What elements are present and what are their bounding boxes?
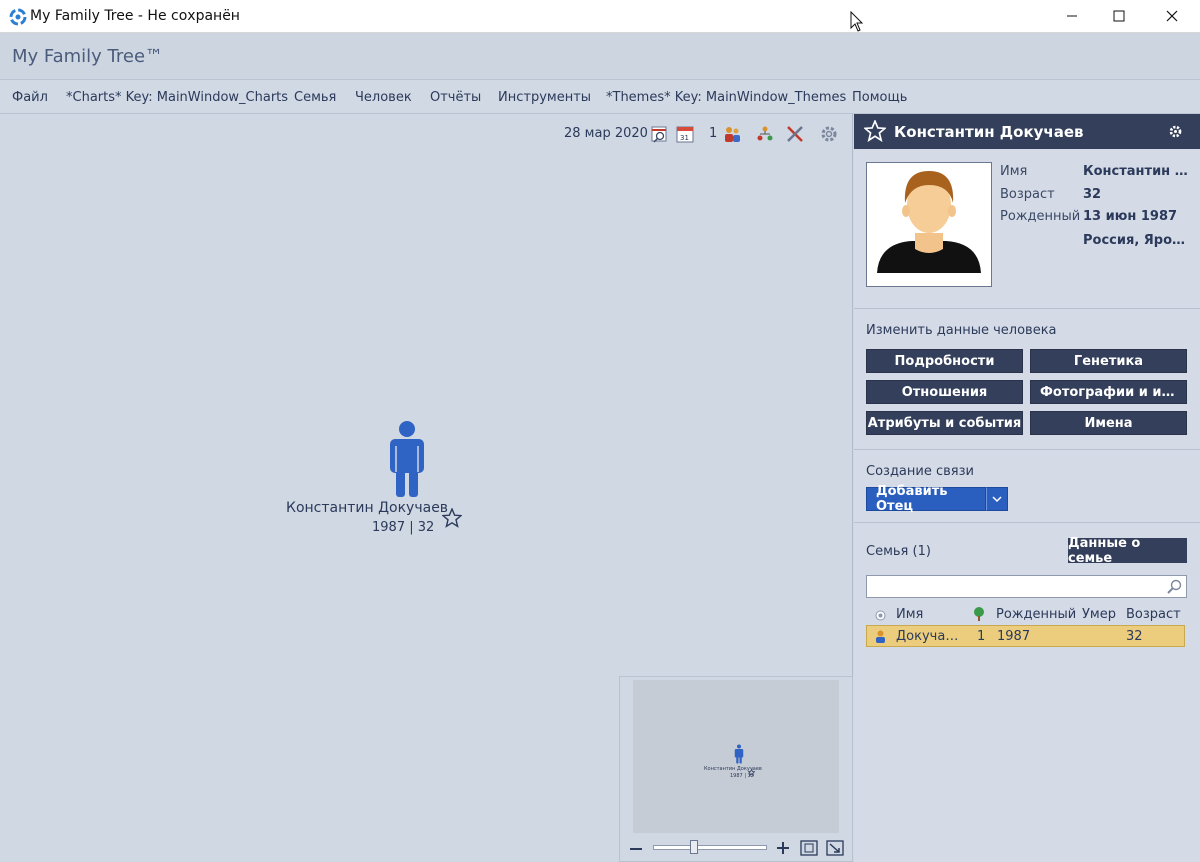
person-node-name[interactable]: Константин Докучаев	[286, 500, 448, 516]
select-radio-icon[interactable]	[875, 610, 886, 621]
panel-person-name: Константин Докучаев	[894, 123, 1084, 141]
person-male-icon[interactable]	[387, 420, 427, 498]
separator	[854, 449, 1200, 450]
column-header-age[interactable]: Возраст	[1126, 607, 1181, 622]
menu-item[interactable]: Инструменты	[498, 90, 591, 105]
person-icon	[876, 630, 885, 643]
settings-gear-icon[interactable]	[819, 124, 839, 144]
current-date: 28 мар 2020	[564, 126, 648, 141]
row-name: Докучаев Константин	[896, 629, 962, 644]
column-header-name[interactable]: Имя	[896, 607, 923, 622]
menu-bar: Файл *Charts* Key: MainWindow_Charts Семья…	[0, 80, 1200, 114]
person-node-dates: 1987 | 32	[372, 520, 435, 535]
search-icon[interactable]	[1166, 578, 1183, 595]
age-label: Возраст	[1000, 187, 1055, 202]
birthplace-value: Россия, Ярославль	[1083, 233, 1188, 248]
link-section-title: Создание связи	[866, 464, 974, 479]
zoom-slider-track[interactable]	[653, 845, 767, 850]
attributes-events-button[interactable]: Атрибуты и события	[866, 411, 1023, 435]
minimap-person-icon	[734, 744, 744, 764]
add-relation-dropdown[interactable]	[986, 487, 1008, 511]
table-row[interactable]: Докучаев Константин 1 1987 32	[866, 625, 1185, 647]
zoom-in-icon[interactable]	[776, 841, 790, 855]
avatar-male-icon	[877, 171, 981, 273]
age-value: 32	[1083, 187, 1102, 202]
add-father-button[interactable]: Добавить Отец	[866, 484, 986, 514]
relations-button[interactable]: Отношения	[866, 380, 1023, 404]
close-icon	[1166, 10, 1178, 22]
calendar-icon[interactable]: 31	[675, 124, 695, 144]
person-photo[interactable]	[866, 162, 992, 287]
name-label: Имя	[1000, 164, 1028, 179]
born-label: Рожденный	[1000, 209, 1081, 224]
chevron-down-icon	[992, 496, 1002, 502]
minimap[interactable]: Константин Докучаев 1987 | 32	[619, 676, 853, 862]
app-name: My Family Tree™	[12, 46, 164, 67]
app-header: My Family Tree™	[0, 33, 1200, 80]
svg-text:31: 31	[680, 134, 689, 142]
app-logo-icon	[9, 8, 27, 26]
born-value: 13 июн 1987	[1083, 209, 1178, 224]
people-count: 1	[709, 126, 718, 141]
maximize-icon	[1113, 10, 1125, 22]
title-bar: My Family Tree - Не сохранён	[0, 0, 1200, 33]
zoom-slider-thumb[interactable]	[690, 840, 698, 854]
fit-to-screen-icon[interactable]	[800, 840, 818, 856]
row-age: 32	[1126, 629, 1143, 644]
separator	[854, 308, 1200, 309]
edit-section-title: Изменить данные человека	[866, 323, 1057, 338]
family-tree-icon[interactable]	[755, 124, 775, 144]
mouse-cursor-icon	[850, 11, 864, 32]
minimap-viewport[interactable]: Константин Докучаев 1987 | 32	[633, 680, 839, 833]
separator	[854, 522, 1200, 523]
column-header-died[interactable]: Умер	[1082, 607, 1116, 622]
minimize-icon	[1067, 15, 1077, 17]
minimap-star-icon	[748, 769, 755, 776]
names-button[interactable]: Имена	[1030, 411, 1187, 435]
photos-stories-label: Фотографии и истории	[1040, 384, 1180, 400]
favorite-star-icon[interactable]	[442, 508, 462, 528]
name-value: Константин Докучаев	[1083, 164, 1188, 179]
zoom-bar	[620, 835, 852, 861]
menu-item[interactable]: Человек	[355, 90, 412, 105]
photos-stories-button[interactable]: Фотографии и истории	[1030, 380, 1187, 404]
menu-item[interactable]: Файл	[12, 90, 48, 105]
row-tree: 1	[977, 629, 986, 644]
people-icon[interactable]	[722, 124, 742, 144]
panel-header: Константин Докучаев	[854, 114, 1200, 149]
zoom-out-icon[interactable]	[629, 843, 643, 855]
tree-icon[interactable]	[972, 606, 986, 621]
menu-item[interactable]: *Charts* Key: MainWindow_Charts	[66, 90, 288, 105]
genetics-button[interactable]: Генетика	[1030, 349, 1187, 373]
window-title: My Family Tree - Не сохранён	[30, 8, 240, 24]
menu-item[interactable]: Семья	[294, 90, 336, 105]
search-date-icon[interactable]	[650, 124, 670, 144]
maximize-button[interactable]	[1092, 0, 1146, 32]
menu-item[interactable]: *Themes* Key: MainWindow_Themes	[606, 90, 846, 105]
family-section-title: Семья (1)	[866, 544, 931, 559]
minimize-button[interactable]	[1045, 0, 1099, 32]
details-button[interactable]: Подробности	[866, 349, 1023, 373]
menu-item[interactable]: Помощь	[852, 90, 907, 105]
tools-icon[interactable]	[785, 124, 805, 144]
row-born: 1987	[997, 629, 1031, 644]
settings-gear-icon[interactable]	[1168, 124, 1183, 139]
family-data-button[interactable]: Данные о семье	[1068, 536, 1187, 566]
tree-canvas[interactable]: 28 мар 2020 31 1 Константин Докучаев 198…	[0, 114, 853, 862]
person-panel: Константин Докучаев Имя Константин Докуч…	[854, 114, 1200, 862]
menu-item[interactable]: Отчёты	[430, 90, 481, 105]
favorite-star-icon[interactable]	[864, 120, 886, 142]
close-button[interactable]	[1145, 0, 1199, 32]
family-search-input[interactable]	[866, 575, 1187, 598]
expand-icon[interactable]	[826, 840, 844, 856]
column-header-born[interactable]: Рожденный	[996, 607, 1076, 622]
